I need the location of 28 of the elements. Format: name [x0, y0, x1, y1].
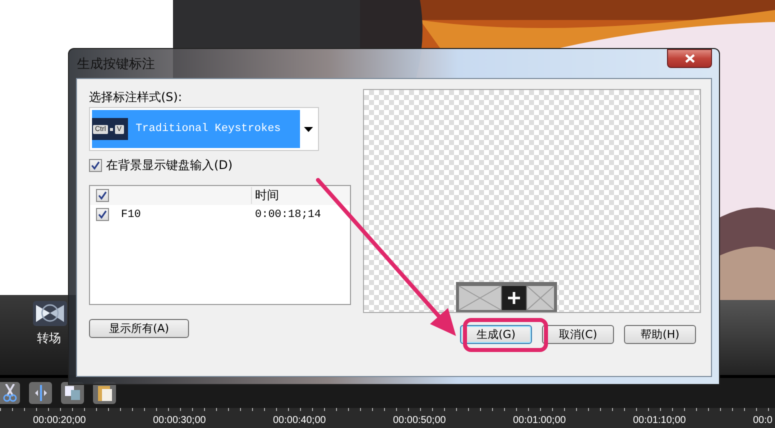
dialog-button[interactable]: 生成(G) [460, 325, 532, 344]
key-cell-text: F10 [120, 208, 142, 220]
dialog-button[interactable]: 取消(C) [542, 325, 614, 344]
time-tick-label: 00:01:10;00 [633, 414, 687, 428]
time-cell-text: 0:00:18;14 [254, 208, 322, 220]
time-tick-label: 00:0 [753, 414, 774, 428]
checkbox-label[interactable]: 在背景显示键盘输入(D) [106, 156, 233, 174]
transition-icon[interactable] [33, 301, 67, 326]
close-icon [684, 54, 694, 63]
split-icon[interactable] [29, 382, 52, 404]
window-title: 生成按键标注 [76, 56, 155, 72]
show-all-button[interactable]: 显示所有(A) [89, 319, 189, 338]
checkbox[interactable] [96, 189, 109, 202]
time-tick-label: 00:00:20;00 [33, 414, 87, 428]
time-tick-label: 00:00:50;00 [393, 414, 447, 428]
time-tick-label: 00:00:40;00 [273, 414, 327, 428]
close-button[interactable] [667, 49, 712, 68]
checkbox[interactable] [89, 158, 102, 172]
style-label: 选择标注样式(S): [89, 89, 184, 106]
time-tick-label: 00:01:00;00 [513, 414, 567, 428]
checkbox[interactable] [96, 208, 109, 221]
copy-icon[interactable] [61, 382, 84, 404]
transition-label[interactable]: 转场 [33, 330, 61, 347]
timeline-ruler[interactable]: 00:00:20;00 00:00:30;00 00:00:40;00 00:00:50;00 00:01:00;00 00:01:10;00 00:0 [0, 408, 775, 428]
scissors-icon[interactable] [0, 382, 20, 404]
time-tick-label: 00:00:30;00 [153, 414, 207, 428]
dialog-button[interactable]: 帮助(H) [624, 325, 696, 344]
caret-icon [304, 126, 313, 132]
